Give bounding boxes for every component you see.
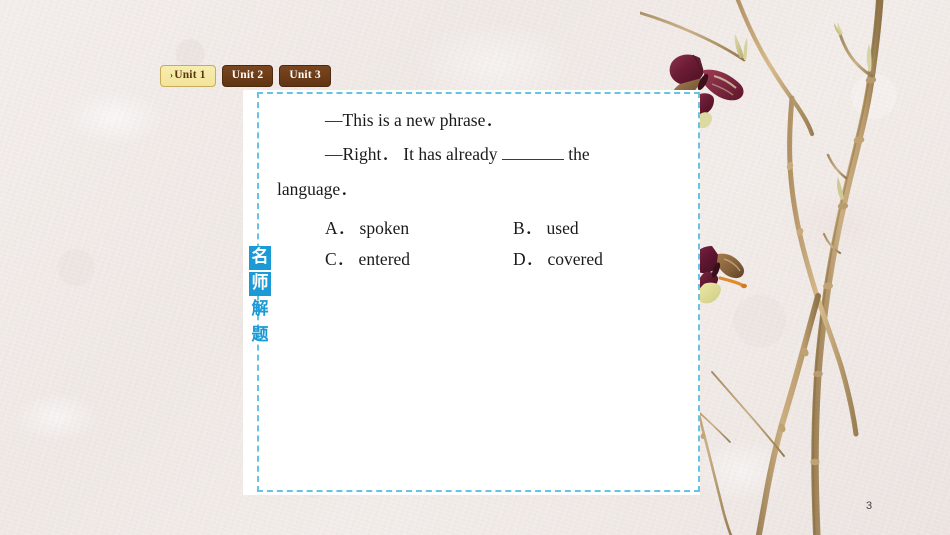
option-a[interactable]: A． spoken bbox=[325, 213, 513, 244]
question-line-3-text: language． bbox=[277, 178, 358, 199]
answer-options: A． spoken B． used C． entered D． covered bbox=[325, 213, 701, 274]
option-row-2: C． entered D． covered bbox=[325, 244, 701, 275]
side-label-mingshi-jieti: 名 师 解 题 bbox=[249, 246, 271, 350]
option-row-1: A． spoken B． used bbox=[325, 213, 701, 244]
answer-blank[interactable] bbox=[501, 145, 564, 161]
tab-unit-2[interactable]: Unit 2 bbox=[221, 65, 274, 87]
tab-unit-1-label: Unit 1 bbox=[174, 69, 206, 82]
question-line-2: —Right． It has already the bbox=[279, 140, 689, 168]
slide-canvas: › Unit 1 Unit 2 Unit 3 名 师 解 题 —This is … bbox=[0, 0, 950, 535]
question-line-1: —This is a new phrase． bbox=[279, 106, 689, 134]
question-line-2-before: —Right． It has already bbox=[325, 144, 498, 165]
question-line-3: language． bbox=[277, 175, 689, 203]
tab-unit-3-label: Unit 3 bbox=[289, 69, 321, 82]
side-label-char-4: 题 bbox=[251, 325, 269, 345]
page-number: 3 bbox=[866, 500, 873, 512]
side-label-char-2: 师 bbox=[249, 272, 271, 296]
tab-unit-3[interactable]: Unit 3 bbox=[279, 65, 331, 87]
tab-unit-2-label: Unit 2 bbox=[231, 69, 264, 82]
tab-arrow-icon: › bbox=[170, 70, 174, 80]
question-text-block: —This is a new phrase． —Right． It has al… bbox=[277, 106, 689, 203]
option-c[interactable]: C． entered bbox=[325, 244, 513, 275]
question-line-1-text: —This is a new phrase． bbox=[325, 110, 503, 130]
unit-tab-bar: › Unit 1 Unit 2 Unit 3 bbox=[160, 65, 331, 87]
side-label-char-3: 解 bbox=[251, 299, 269, 319]
option-d[interactable]: D． covered bbox=[513, 244, 701, 275]
question-line-2-after: the bbox=[568, 144, 590, 165]
option-b[interactable]: B． used bbox=[513, 213, 701, 244]
tab-unit-1[interactable]: › Unit 1 bbox=[160, 65, 216, 87]
side-label-char-1: 名 bbox=[249, 246, 271, 270]
